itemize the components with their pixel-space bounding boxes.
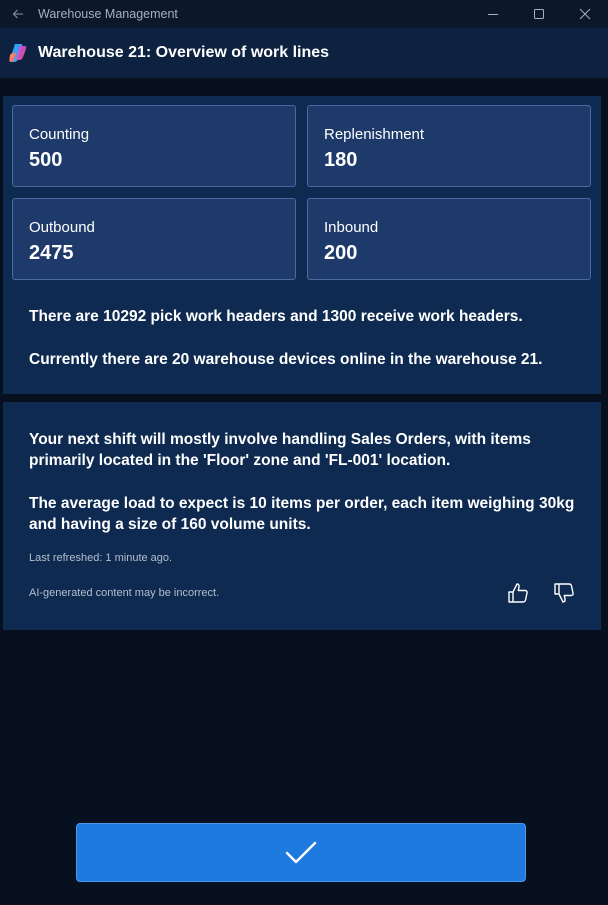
back-arrow-icon bbox=[12, 9, 23, 19]
close-button[interactable] bbox=[562, 0, 608, 28]
tile-inbound[interactable]: Inbound 200 bbox=[307, 198, 591, 280]
thumbs-up-icon bbox=[508, 583, 528, 603]
tile-label: Inbound bbox=[324, 219, 379, 236]
maximize-button[interactable] bbox=[516, 0, 562, 28]
page-header: Warehouse 21: Overview of work lines bbox=[0, 28, 608, 78]
minimize-button[interactable] bbox=[470, 0, 516, 28]
load-summary-text: The average load to expect is 10 items p… bbox=[29, 495, 575, 533]
window-titlebar: Warehouse Management bbox=[0, 0, 608, 28]
work-headers-text: There are 10292 pick work headers and 13… bbox=[29, 308, 523, 325]
checkmark-icon bbox=[285, 841, 317, 863]
work-lines-summary-panel: Counting 500 Replenishment 180 Outbound … bbox=[3, 96, 601, 394]
tile-value: 2475 bbox=[29, 242, 74, 264]
window-title: Warehouse Management bbox=[38, 7, 178, 21]
thumbs-up-button[interactable] bbox=[505, 580, 531, 606]
page-title: Warehouse 21: Overview of work lines bbox=[38, 44, 330, 61]
tile-value: 180 bbox=[324, 149, 358, 171]
copilot-logo-icon bbox=[9, 44, 27, 62]
ai-disclaimer-text: AI-generated content may be incorrect. bbox=[29, 587, 220, 599]
tile-replenishment[interactable]: Replenishment 180 bbox=[307, 105, 591, 187]
tile-counting[interactable]: Counting 500 bbox=[12, 105, 296, 187]
tile-value: 500 bbox=[29, 149, 63, 171]
tile-outbound[interactable]: Outbound 2475 bbox=[12, 198, 296, 280]
minimize-icon bbox=[488, 14, 498, 15]
thumbs-down-button[interactable] bbox=[551, 580, 577, 606]
devices-online-text: Currently there are 20 warehouse devices… bbox=[29, 351, 543, 368]
last-refreshed-text: Last refreshed: 1 minute ago. bbox=[29, 552, 173, 564]
shift-summary-text: Your next shift will mostly involve hand… bbox=[29, 431, 531, 469]
tile-label: Replenishment bbox=[324, 126, 425, 143]
thumbs-down-icon bbox=[554, 583, 574, 603]
ai-insight-panel: Your next shift will mostly involve hand… bbox=[3, 402, 601, 630]
maximize-icon bbox=[534, 9, 544, 19]
window-controls bbox=[470, 0, 608, 28]
tile-label: Counting bbox=[29, 126, 90, 143]
back-button[interactable] bbox=[0, 0, 36, 28]
tile-value: 200 bbox=[324, 242, 358, 264]
confirm-button[interactable] bbox=[76, 823, 526, 882]
tile-label: Outbound bbox=[29, 219, 95, 236]
close-icon bbox=[579, 8, 591, 20]
